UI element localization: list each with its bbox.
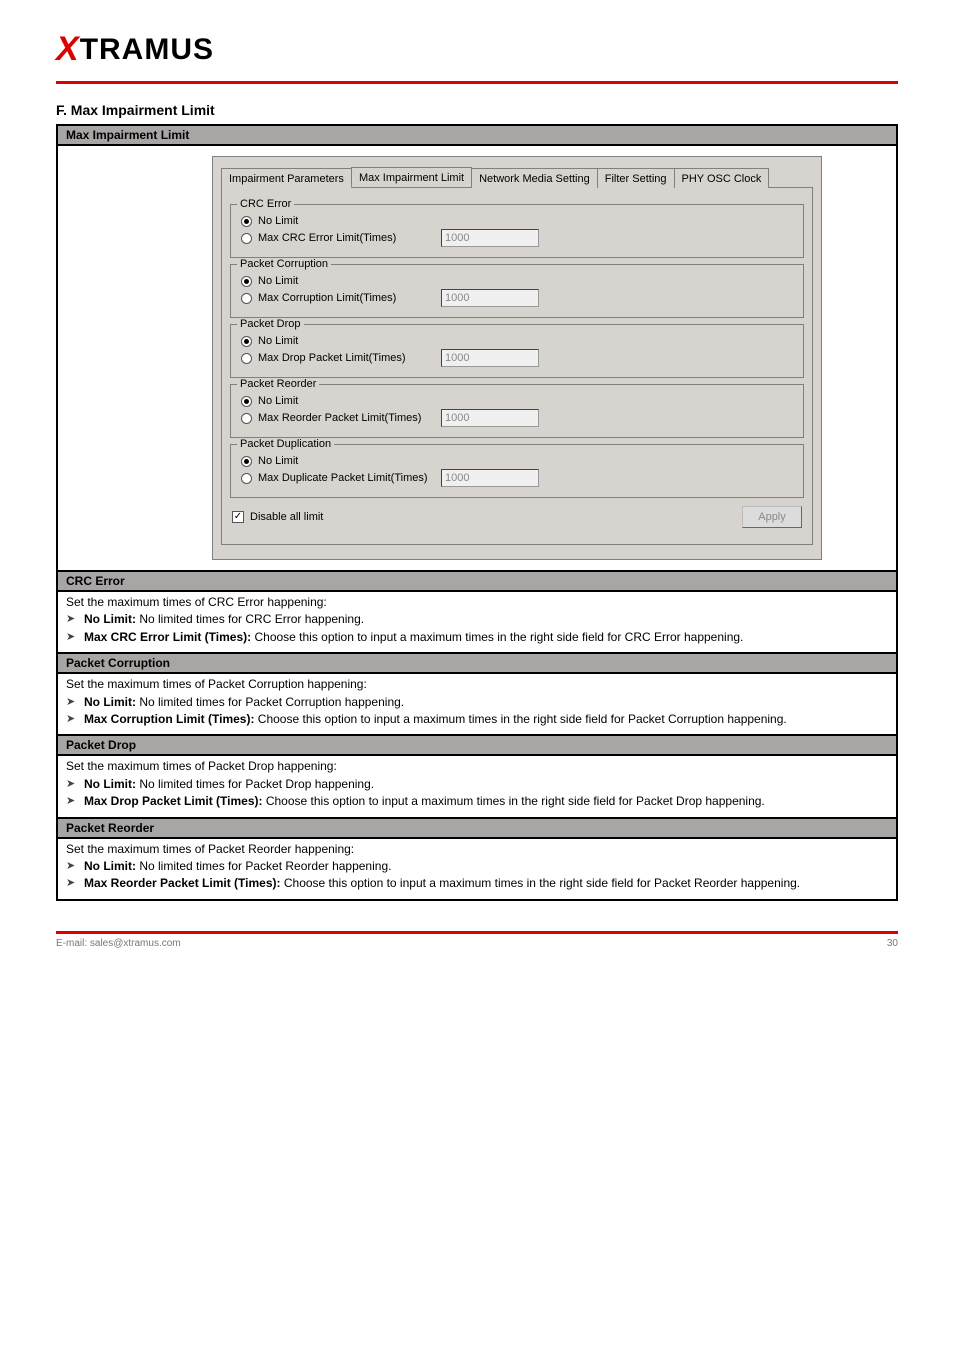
bullet-text: No Limit: No limited times for Packet Re…	[84, 858, 391, 875]
row-intro: Set the maximum times of Packet Drop hap…	[66, 758, 888, 775]
tab-max-impairment-limit[interactable]: Max Impairment Limit	[351, 167, 472, 187]
bottom-row: ✓ Disable all limit Apply	[230, 506, 804, 528]
radio-max-limit[interactable]	[241, 233, 252, 244]
row-intro: Set the maximum times of Packet Corrupti…	[66, 676, 888, 693]
group-crc-error: CRC Error No Limit Max CRC Error Limit(T…	[230, 204, 804, 258]
label-no-limit: No Limit	[258, 215, 298, 227]
label-no-limit: No Limit	[258, 275, 298, 287]
input-max-crc-error[interactable]	[441, 229, 539, 247]
bullet-arrow-icon: ➤	[66, 694, 84, 711]
tab-filter-setting[interactable]: Filter Setting	[597, 168, 675, 188]
group-legend: Packet Reorder	[237, 378, 319, 390]
label-max-limit: Max Drop Packet Limit(Times)	[258, 352, 406, 364]
label-no-limit: No Limit	[258, 335, 298, 347]
bullet-line: ➤Max Reorder Packet Limit (Times): Choos…	[66, 875, 888, 892]
bullet-arrow-icon: ➤	[66, 629, 84, 646]
row-header-0: Max Impairment Limit	[58, 126, 896, 146]
tab-network-media-setting[interactable]: Network Media Setting	[471, 168, 598, 188]
radio-no-limit[interactable]	[241, 396, 252, 407]
section-title: F. Max Impairment Limit	[0, 84, 954, 124]
footer-right: 30	[887, 938, 898, 949]
bullet-arrow-icon: ➤	[66, 858, 84, 875]
dialog: Impairment Parameters Max Impairment Lim…	[212, 156, 822, 560]
group-packet-duplication: Packet Duplication No Limit Max Duplicat…	[230, 444, 804, 498]
bullet-arrow-icon: ➤	[66, 875, 84, 892]
bullet-line: ➤Max Corruption Limit (Times): Choose th…	[66, 711, 888, 728]
tab-phy-osc-clock[interactable]: PHY OSC Clock	[674, 168, 770, 188]
logo-rest: TRAMUS	[80, 33, 214, 66]
row-body-2: Set the maximum times of Packet Corrupti…	[58, 674, 896, 736]
radio-no-limit[interactable]	[241, 216, 252, 227]
bullet-arrow-icon: ➤	[66, 711, 84, 728]
bullet-text: No Limit: No limited times for Packet Co…	[84, 694, 404, 711]
bullet-text: Max Corruption Limit (Times): Choose thi…	[84, 711, 787, 728]
input-max-duplicate[interactable]	[441, 469, 539, 487]
row-header-3: Packet Drop	[58, 736, 896, 756]
checkbox-disable-all[interactable]: ✓	[232, 511, 244, 523]
group-packet-corruption: Packet Corruption No Limit Max Corruptio…	[230, 264, 804, 318]
radio-no-limit[interactable]	[241, 336, 252, 347]
label-max-limit: Max Corruption Limit(Times)	[258, 292, 396, 304]
row-intro: Set the maximum times of CRC Error happe…	[66, 594, 888, 611]
label-no-limit: No Limit	[258, 395, 298, 407]
bullet-text: Max Drop Packet Limit (Times): Choose th…	[84, 793, 765, 810]
radio-no-limit[interactable]	[241, 276, 252, 287]
bullet-text: Max Reorder Packet Limit (Times): Choose…	[84, 875, 800, 892]
input-max-corruption[interactable]	[441, 289, 539, 307]
row-header-4: Packet Reorder	[58, 819, 896, 839]
bullet-text: No Limit: No limited times for CRC Error…	[84, 611, 364, 628]
dialog-body: CRC Error No Limit Max CRC Error Limit(T…	[221, 188, 813, 545]
screenshot-cell: Impairment Parameters Max Impairment Lim…	[58, 146, 896, 572]
radio-max-limit[interactable]	[241, 413, 252, 424]
bullet-line: ➤Max CRC Error Limit (Times): Choose thi…	[66, 629, 888, 646]
group-legend: Packet Corruption	[237, 258, 331, 270]
page-footer: E-mail: sales@xtramus.com 30	[0, 934, 954, 979]
input-max-reorder[interactable]	[441, 409, 539, 427]
label-max-limit: Max Reorder Packet Limit(Times)	[258, 412, 421, 424]
row-body-3: Set the maximum times of Packet Drop hap…	[58, 756, 896, 818]
label-disable-all: Disable all limit	[250, 511, 323, 523]
bullet-line: ➤Max Drop Packet Limit (Times): Choose t…	[66, 793, 888, 810]
bullet-arrow-icon: ➤	[66, 611, 84, 628]
group-packet-reorder: Packet Reorder No Limit Max Reorder Pack…	[230, 384, 804, 438]
radio-no-limit[interactable]	[241, 456, 252, 467]
footer-left: E-mail: sales@xtramus.com	[56, 938, 181, 949]
label-max-limit: Max CRC Error Limit(Times)	[258, 232, 396, 244]
bullet-text: No Limit: No limited times for Packet Dr…	[84, 776, 374, 793]
bullet-arrow-icon: ➤	[66, 776, 84, 793]
group-legend: Packet Drop	[237, 318, 304, 330]
bullet-line: ➤No Limit: No limited times for CRC Erro…	[66, 611, 888, 628]
label-no-limit: No Limit	[258, 455, 298, 467]
group-legend: CRC Error	[237, 198, 294, 210]
row-body-1: Set the maximum times of CRC Error happe…	[58, 592, 896, 654]
logo: XTRAMUS	[56, 30, 214, 69]
row-body-4: Set the maximum times of Packet Reorder …	[58, 839, 896, 899]
row-header-1: CRC Error	[58, 572, 896, 592]
group-legend: Packet Duplication	[237, 438, 334, 450]
tab-strip: Impairment Parameters Max Impairment Lim…	[221, 167, 813, 188]
radio-max-limit[interactable]	[241, 473, 252, 484]
bullet-line: ➤No Limit: No limited times for Packet C…	[66, 694, 888, 711]
bullet-line: ➤No Limit: No limited times for Packet R…	[66, 858, 888, 875]
radio-max-limit[interactable]	[241, 353, 252, 364]
tab-impairment-parameters[interactable]: Impairment Parameters	[221, 168, 352, 188]
group-packet-drop: Packet Drop No Limit Max Drop Packet Lim…	[230, 324, 804, 378]
row-header-2: Packet Corruption	[58, 654, 896, 674]
bullet-text: Max CRC Error Limit (Times): Choose this…	[84, 629, 743, 646]
page-header: XTRAMUS	[0, 0, 954, 77]
apply-button[interactable]: Apply	[742, 506, 802, 528]
content-table: Max Impairment Limit Impairment Paramete…	[56, 124, 898, 901]
bullet-arrow-icon: ➤	[66, 793, 84, 810]
bullet-line: ➤No Limit: No limited times for Packet D…	[66, 776, 888, 793]
radio-max-limit[interactable]	[241, 293, 252, 304]
input-max-drop[interactable]	[441, 349, 539, 367]
row-intro: Set the maximum times of Packet Reorder …	[66, 841, 888, 858]
logo-x: X	[56, 30, 80, 68]
label-max-limit: Max Duplicate Packet Limit(Times)	[258, 472, 428, 484]
